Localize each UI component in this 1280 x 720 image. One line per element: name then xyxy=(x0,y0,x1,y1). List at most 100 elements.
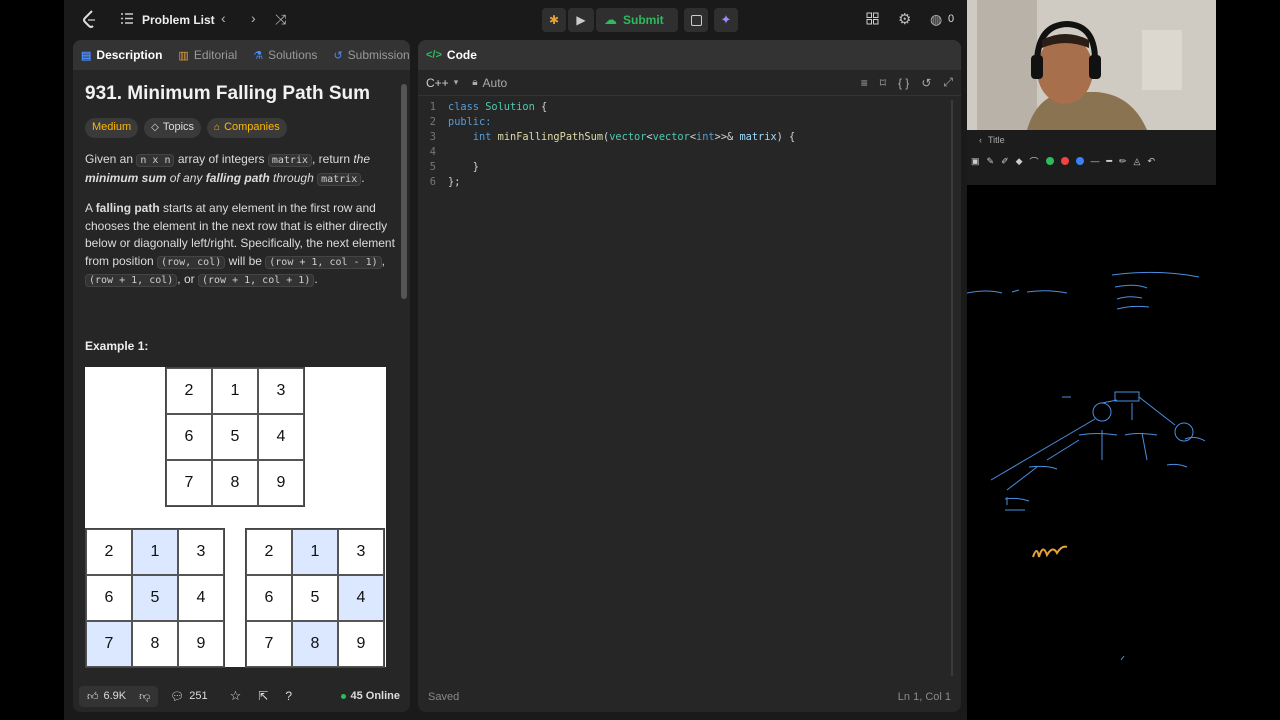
color-green-icon[interactable] xyxy=(1045,157,1054,165)
text: , or xyxy=(177,272,198,286)
comments-button[interactable]: 💬︎ 251 xyxy=(170,690,207,703)
companies-tag[interactable]: ⌂ Companies xyxy=(207,118,287,138)
like-button[interactable]: 👍︎ 6.9K 👎︎ xyxy=(79,685,159,707)
star-icon[interactable]: ☆ xyxy=(230,688,242,704)
text: A xyxy=(85,201,96,215)
code-editor[interactable]: 1 class Solution {2 public: 3 int minFallin… xyxy=(418,100,938,190)
editor-footer: Saved Ln 1, Col 1 xyxy=(418,682,961,712)
code-text: class Solution { xyxy=(448,100,547,115)
format-icon[interactable]: ≡ xyxy=(861,76,868,90)
editor-scrollbar[interactable] xyxy=(951,100,953,676)
code-line[interactable]: 3 int minFallingPathSum(vector<vector<in… xyxy=(418,130,938,145)
reset-icon[interactable]: ↺ xyxy=(921,76,931,90)
play-icon: ▶ xyxy=(576,13,586,27)
color-red-icon[interactable] xyxy=(1060,157,1069,165)
back-chevron-icon[interactable]: ‹ xyxy=(979,135,982,145)
shapes-icon[interactable]: ◬ xyxy=(1134,156,1141,167)
document-icon: ▤ xyxy=(81,49,92,62)
grid-cell-highlighted: 1 xyxy=(292,529,338,575)
topics-tag[interactable]: ◇ Topics xyxy=(144,118,202,138)
board-header: ‹ Title xyxy=(967,130,1216,150)
next-problem-icon[interactable]: › xyxy=(251,10,256,26)
online-dot xyxy=(341,693,347,699)
example-grid-path-a: 2 1 3 6 5 4 7 8 9 xyxy=(85,528,225,668)
code-line[interactable]: 5 } xyxy=(418,160,938,175)
run-button[interactable]: ▶ xyxy=(568,8,594,32)
highlighter-icon[interactable]: ✏ xyxy=(1119,156,1127,167)
color-blue-icon[interactable] xyxy=(1075,157,1084,165)
tab-editorial[interactable]: ▥ Editorial xyxy=(170,48,245,62)
ai-button[interactable]: ✦ xyxy=(714,8,738,32)
code-line[interactable]: 1 class Solution { xyxy=(418,100,938,115)
topics-label: Topics xyxy=(162,121,195,134)
drawing-toolbar: ‹ Title ▣ ✎ ✐ ◆ ⌒ — ━ ✏ ◬ ↶ xyxy=(967,130,1216,185)
tab-description[interactable]: ▤ Description xyxy=(73,48,170,62)
leetcode-app: Problem List ‹ › ⤨ ✱ ▶ ☁ Submit ✦ ⚙ ◍ 0 xyxy=(64,0,967,720)
scrollbar[interactable] xyxy=(401,84,407,299)
streak-count: 0 xyxy=(948,13,955,25)
lasso-icon[interactable]: ⌒ xyxy=(1030,155,1039,168)
line-thin-icon[interactable]: — xyxy=(1091,156,1100,166)
inline-code: matrix xyxy=(267,154,312,167)
settings-gear-icon[interactable]: ⚙ xyxy=(898,10,911,28)
thumbs-up-icon: 👍︎ xyxy=(87,690,99,703)
tab-code[interactable]: </> Code xyxy=(418,48,485,62)
text: . xyxy=(361,170,365,185)
difficulty-badge[interactable]: Medium xyxy=(85,118,139,138)
thumbs-down-icon[interactable]: 👎︎ xyxy=(139,690,150,703)
leetcode-logo[interactable] xyxy=(82,10,98,28)
history-icon: ↺ xyxy=(333,49,343,62)
code-token: int xyxy=(472,131,498,143)
braces-icon[interactable]: { } xyxy=(898,76,909,90)
tab-submissions[interactable]: ↺ Submission xyxy=(325,48,410,62)
bookmark-icon[interactable]: ⌑ xyxy=(880,76,886,90)
grid-cell-highlighted: 4 xyxy=(338,575,384,621)
code-line[interactable]: 2 public: xyxy=(418,115,938,130)
prev-problem-icon[interactable]: ‹ xyxy=(221,10,226,26)
board-title: Title xyxy=(988,135,1005,145)
grid-cell: 6 xyxy=(166,414,212,460)
language-select[interactable]: C++ xyxy=(426,76,449,90)
bug-icon: ✱ xyxy=(548,13,560,27)
tab-description-label: Description xyxy=(96,48,163,62)
code-token: vector xyxy=(609,131,647,143)
code-token: }; xyxy=(448,176,461,188)
line-thick-icon[interactable]: ━ xyxy=(1107,156,1112,167)
tab-code-label: Code xyxy=(446,48,477,62)
share-icon[interactable]: ⇱ xyxy=(258,689,268,703)
tab-solutions-label: Solutions xyxy=(268,48,318,62)
help-icon[interactable]: ? xyxy=(285,689,292,703)
code-line[interactable]: 4 xyxy=(418,145,938,160)
undo-icon[interactable]: ↶ xyxy=(1147,156,1155,167)
debug-button[interactable]: ✱ xyxy=(542,8,566,32)
lock-icon: 🔒︎ xyxy=(472,77,478,88)
submit-button[interactable]: ☁ Submit xyxy=(596,8,678,32)
grid-cell: 6 xyxy=(246,575,292,621)
pen-icon[interactable]: ✎ xyxy=(987,156,995,167)
fullscreen-icon[interactable]: ⤢ xyxy=(943,75,953,90)
chevron-down-icon[interactable]: ▾ xyxy=(454,77,459,88)
layout-icon[interactable] xyxy=(866,12,879,25)
code-token: vector xyxy=(652,131,690,143)
shuffle-icon[interactable]: ⤨ xyxy=(275,11,286,28)
list-icon[interactable] xyxy=(120,12,133,25)
grid-cell: 9 xyxy=(178,621,224,667)
notes-button[interactable] xyxy=(684,8,708,32)
tab-solutions[interactable]: ⚗ Solutions xyxy=(245,48,325,62)
text: minimum sum xyxy=(85,170,167,185)
problem-paragraph-1: Given an n x n array of integers matrix,… xyxy=(85,151,398,188)
code-token: >>& xyxy=(714,131,740,143)
streak-fire-icon[interactable]: ◍ xyxy=(930,11,942,28)
line-number: 5 xyxy=(429,161,436,173)
marker-icon[interactable]: ✐ xyxy=(1001,156,1009,167)
description-tabs: ▤ Description ▥ Editorial ⚗ Solutions ↺ … xyxy=(73,40,410,70)
eraser-icon[interactable]: ◆ xyxy=(1016,156,1023,167)
frame-icon[interactable]: ▣ xyxy=(971,156,980,167)
code-line[interactable]: 6}; xyxy=(418,175,938,190)
example-image: 2 1 3 6 5 4 7 8 9 2 1 3 6 5 4 7 8 9 2 1 … xyxy=(85,367,386,668)
code-token: class xyxy=(448,101,486,113)
problem-list-link[interactable]: Problem List xyxy=(142,13,215,27)
problem-paragraph-2: A falling path starts at any element in … xyxy=(85,200,398,290)
top-nav: Problem List ‹ › ⤨ ✱ ▶ ☁ Submit ✦ ⚙ ◍ 0 xyxy=(64,0,967,38)
comment-count: 251 xyxy=(189,690,208,702)
